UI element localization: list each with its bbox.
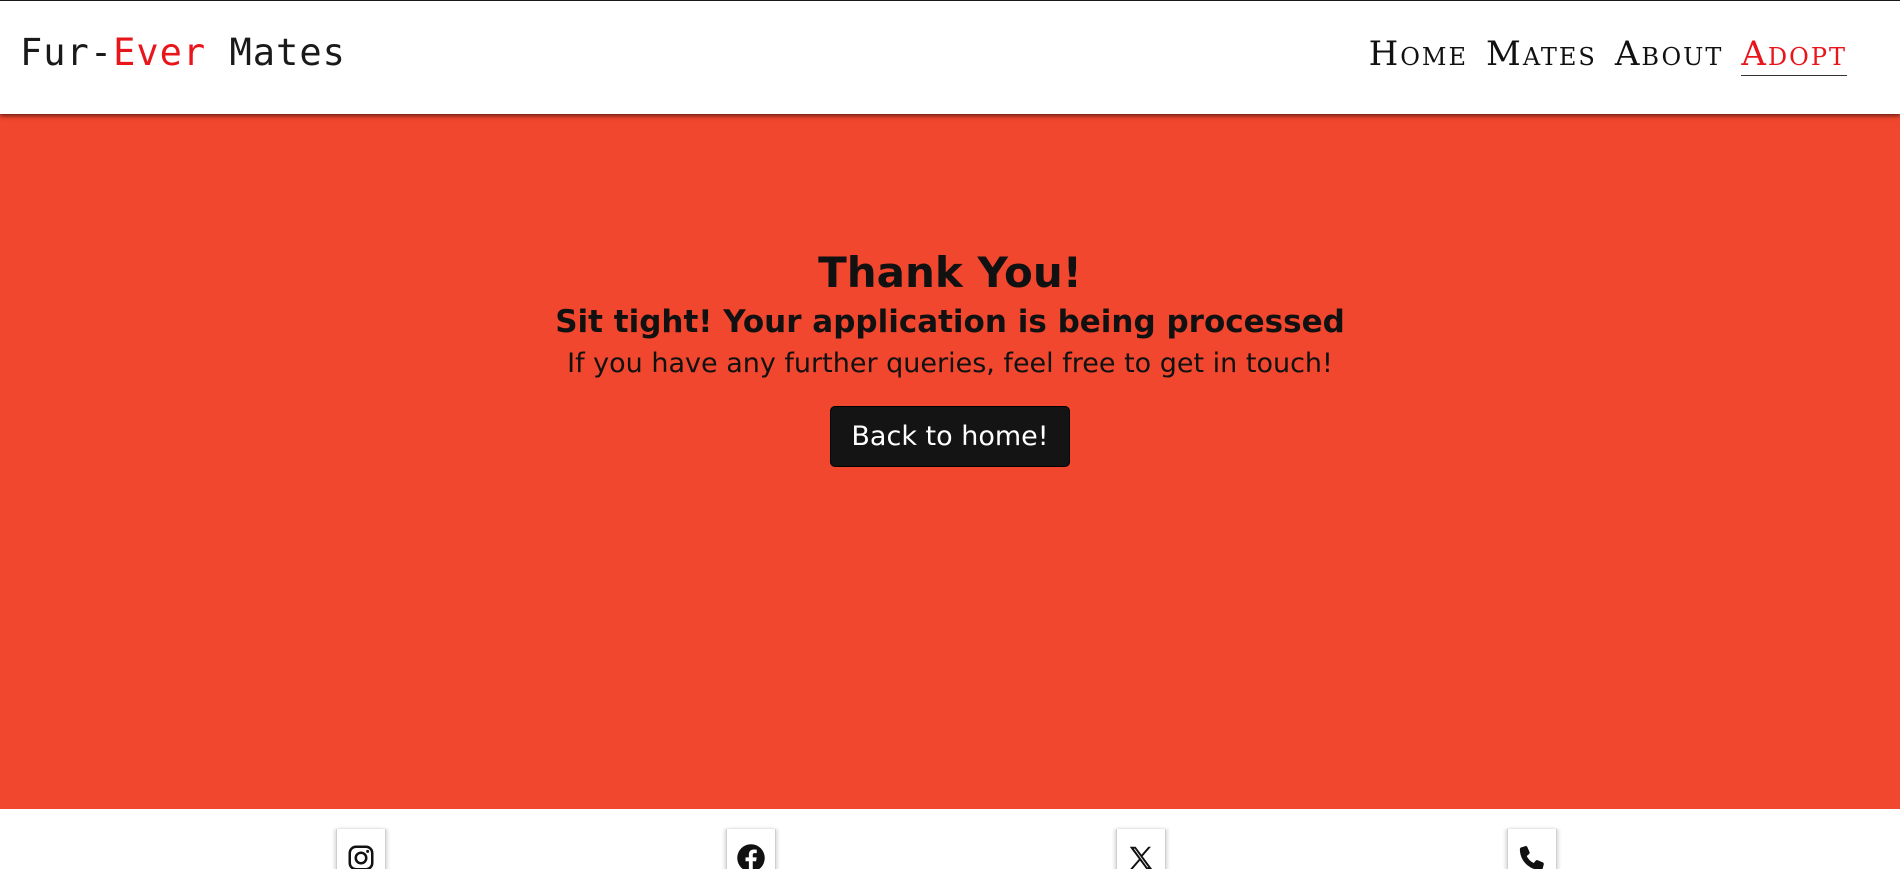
hero-section: Thank You! Sit tight! Your application i…	[0, 114, 1900, 809]
page-title: Thank You!	[818, 248, 1082, 297]
page: Fur-Ever Mates Home Mates About Adopt Th…	[0, 0, 1901, 869]
contact-message: If you have any further queries, feel fr…	[567, 348, 1333, 379]
site-header: Fur-Ever Mates Home Mates About Adopt	[0, 1, 1900, 114]
nav-item-about[interactable]: About	[1615, 37, 1724, 75]
phone-icon	[1519, 846, 1544, 869]
x-link[interactable]	[1116, 829, 1166, 869]
instagram-icon	[348, 845, 374, 869]
phone-link[interactable]	[1507, 829, 1557, 869]
brand-highlight: Ever	[113, 31, 207, 74]
brand-logo[interactable]: Fur-Ever Mates	[20, 31, 346, 74]
nav-item-mates[interactable]: Mates	[1486, 37, 1597, 75]
page-subtitle: Sit tight! Your application is being pro…	[555, 304, 1345, 340]
instagram-link[interactable]	[336, 829, 386, 869]
back-to-home-button[interactable]: Back to home!	[830, 406, 1070, 467]
x-icon	[1129, 846, 1153, 869]
brand-prefix: Fur-	[20, 31, 114, 74]
brand-suffix: Mates	[206, 31, 346, 74]
facebook-icon	[737, 844, 765, 869]
facebook-link[interactable]	[726, 829, 776, 869]
hero-content: Thank You! Sit tight! Your application i…	[0, 246, 1900, 467]
site-footer	[0, 809, 1900, 869]
viewport: Fur-Ever Mates Home Mates About Adopt Th…	[0, 0, 1900, 869]
nav-item-adopt[interactable]: Adopt	[1741, 37, 1847, 76]
main-nav: Home Mates About Adopt	[1369, 37, 1847, 76]
nav-item-home[interactable]: Home	[1369, 37, 1468, 75]
